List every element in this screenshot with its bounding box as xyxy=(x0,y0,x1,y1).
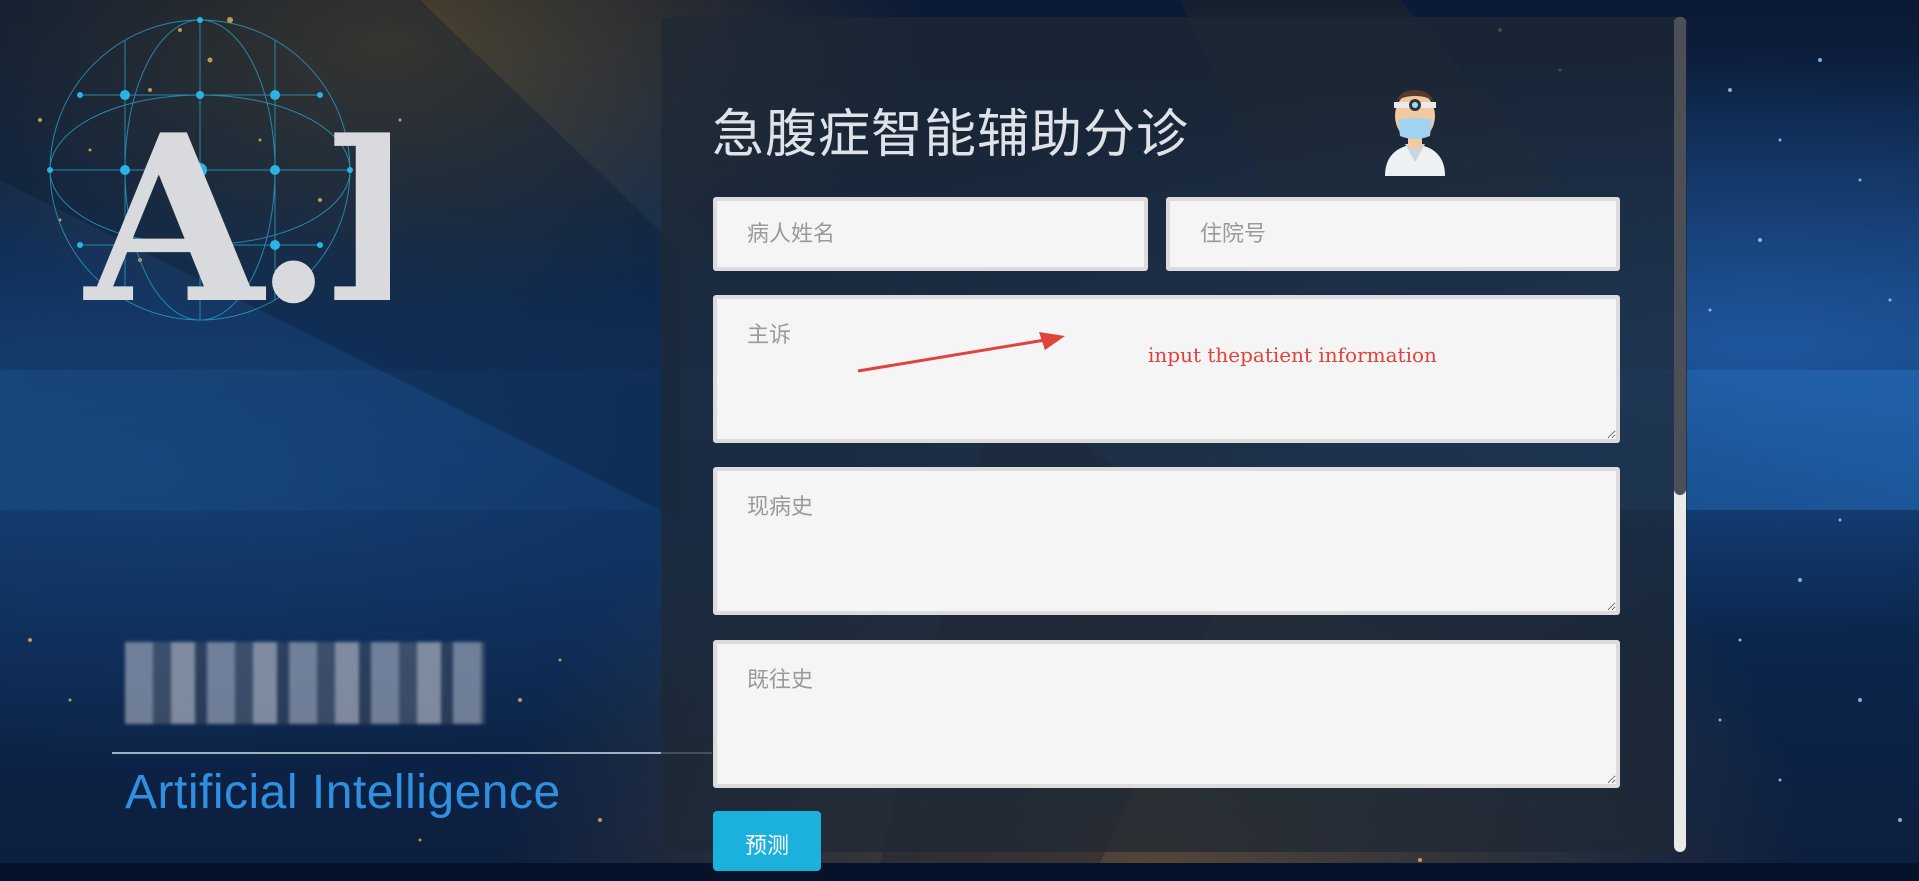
page-title: 急腹症智能辅助分诊 xyxy=(712,105,1190,165)
brand-divider xyxy=(112,752,712,754)
brand-subtitle: Artificial Intelligence xyxy=(125,766,561,819)
admission-number-input[interactable] xyxy=(1166,197,1620,271)
doctor-avatar-icon xyxy=(1385,90,1445,176)
patient-name-input[interactable] xyxy=(713,197,1148,271)
chief-complaint-field[interactable] xyxy=(713,295,1620,443)
panel-scrollbar-thumb[interactable] xyxy=(1674,17,1686,495)
present-illness-field[interactable] xyxy=(713,467,1620,615)
ai-network-globe-icon: A.I. xyxy=(47,17,390,330)
annotation-arrow-icon xyxy=(857,332,1065,373)
past-history-field[interactable] xyxy=(713,640,1620,788)
blurred-brand-title xyxy=(125,642,485,724)
predict-button[interactable]: 预测 xyxy=(713,811,821,871)
annotation-note: input thepatient information xyxy=(1148,343,1437,367)
ai-logo-text: A.I. xyxy=(83,85,390,330)
